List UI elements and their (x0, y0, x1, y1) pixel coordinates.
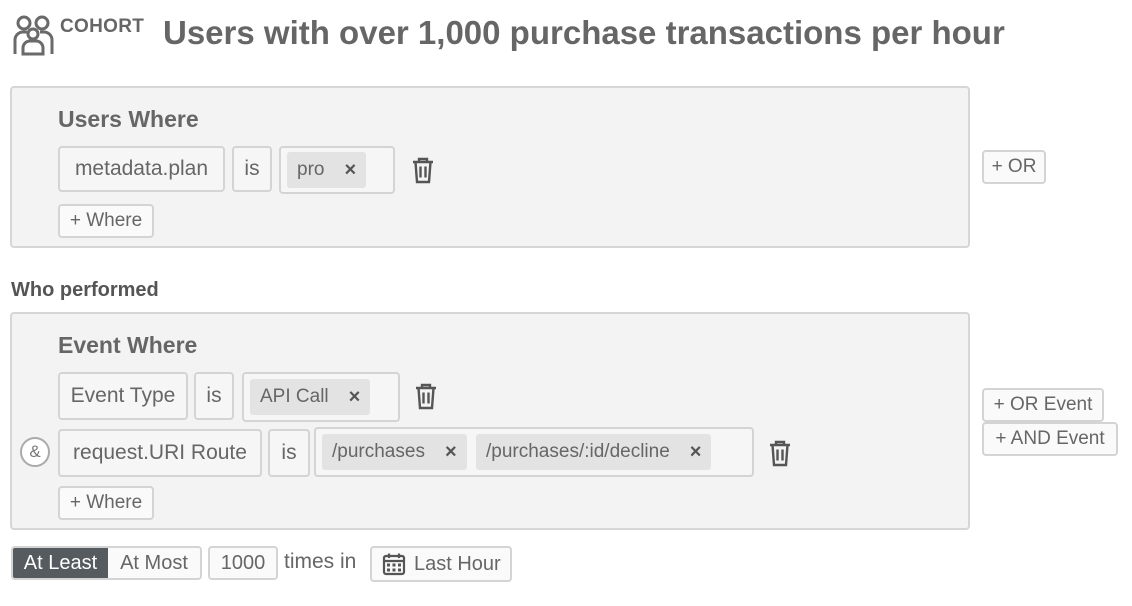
at-least-option[interactable]: At Least (13, 548, 108, 578)
trash-icon[interactable] (768, 439, 792, 467)
event-filter-values[interactable]: /purchases × /purchases/:id/decline × (314, 427, 754, 477)
users-filter-values[interactable]: pro × (279, 146, 395, 194)
and-event-button[interactable]: + AND Event (982, 422, 1118, 456)
trash-icon[interactable] (414, 382, 438, 410)
value-tag: /purchases/:id/decline × (476, 434, 712, 470)
users-where-title: Users Where (58, 106, 199, 132)
users-filter-operator[interactable]: is (232, 146, 272, 192)
value-tag-label: /purchases/:id/decline (486, 441, 670, 462)
event-filter-operator[interactable]: is (194, 372, 234, 420)
event-filter-property[interactable]: request.URI Route (58, 429, 262, 477)
users-where-panel: Users Where metadata.plan is pro × + Whe… (10, 86, 970, 248)
close-icon[interactable]: × (349, 386, 361, 409)
value-tag-label: /purchases (332, 441, 425, 462)
trash-icon[interactable] (411, 156, 435, 184)
event-filter-values[interactable]: API Call × (242, 372, 400, 422)
add-where-button[interactable]: + Where (58, 486, 154, 520)
event-filter-operator[interactable]: is (268, 429, 310, 477)
event-where-panel: Event Where Event Type is API Call × req… (10, 312, 970, 530)
event-filter-property[interactable]: Event Type (58, 372, 188, 420)
or-event-button[interactable]: + OR Event (982, 388, 1104, 422)
or-button[interactable]: + OR (982, 150, 1046, 184)
times-in-label: times in (284, 550, 357, 573)
and-conjunction-icon[interactable]: & (20, 437, 50, 467)
users-filter-property[interactable]: metadata.plan (58, 146, 225, 192)
value-tag-label: pro (297, 159, 325, 180)
frequency-toggle: At Least At Most (11, 546, 202, 580)
close-icon[interactable]: × (690, 441, 702, 464)
value-tag-label: API Call (260, 386, 329, 407)
page-title: Users with over 1,000 purchase transacti… (163, 14, 1005, 51)
count-input[interactable]: 1000 (208, 546, 278, 580)
value-tag: API Call × (250, 379, 371, 415)
calendar-icon (382, 553, 406, 576)
time-range-label: Last Hour (414, 552, 501, 575)
value-tag: pro × (287, 152, 367, 188)
at-most-option[interactable]: At Most (108, 548, 200, 578)
cohort-label: COHORT (60, 16, 145, 37)
who-performed-label: Who performed (11, 279, 159, 301)
event-where-title: Event Where (58, 332, 198, 358)
cohort-icon (12, 14, 56, 56)
close-icon[interactable]: × (344, 159, 356, 182)
add-where-button[interactable]: + Where (58, 204, 154, 238)
time-range-button[interactable]: Last Hour (370, 546, 512, 582)
value-tag: /purchases × (322, 434, 467, 470)
close-icon[interactable]: × (445, 441, 457, 464)
